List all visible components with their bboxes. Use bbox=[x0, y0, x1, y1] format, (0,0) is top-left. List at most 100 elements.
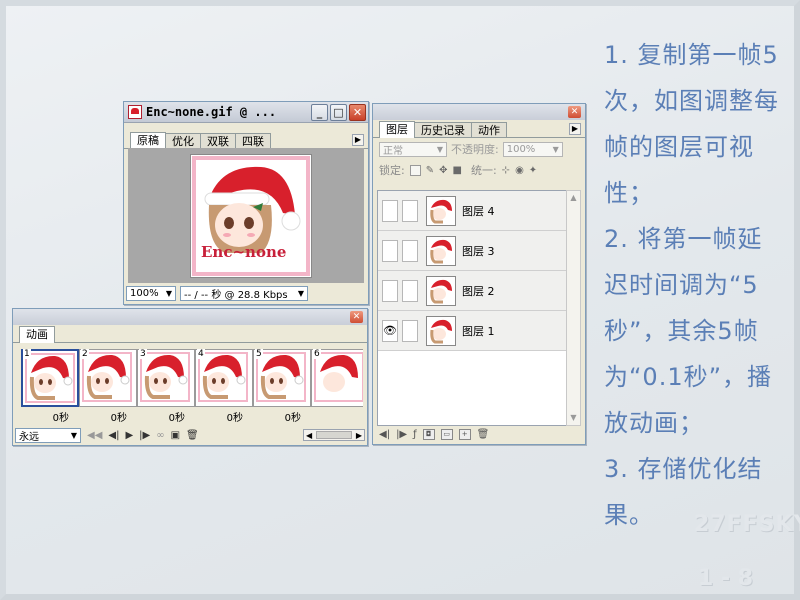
layer-row[interactable]: 👁 图层 1 bbox=[378, 311, 567, 351]
layer-thumbnail bbox=[426, 275, 456, 306]
blend-mode-value: 正常 bbox=[383, 145, 403, 157]
tab-actions[interactable]: 动作 bbox=[471, 122, 507, 137]
link-toggle[interactable] bbox=[402, 279, 418, 302]
play-icon[interactable]: ▶ bbox=[125, 430, 133, 441]
layer-row[interactable]: 图层 3 bbox=[378, 231, 567, 271]
unify-visibility-icon[interactable]: ◉ bbox=[515, 165, 524, 176]
image-view-tabs: 原稿 优化 双联 四联 ▶ bbox=[124, 131, 368, 149]
animation-frame[interactable]: 5 0秒 bbox=[253, 349, 311, 424]
image-status-bar: 100% ▼ -- / -- 秒 @ 28.8 Kbps ▼ bbox=[126, 284, 366, 302]
prev-frame-icon[interactable]: ◀| bbox=[108, 430, 119, 441]
prev-frame-icon[interactable]: ◀| bbox=[379, 429, 390, 440]
first-frame-icon[interactable]: ◀◀ bbox=[87, 430, 102, 441]
layers-scrollbar[interactable]: ▲ ▼ bbox=[566, 190, 581, 426]
link-toggle[interactable] bbox=[402, 239, 418, 262]
tab-layers[interactable]: 图层 bbox=[379, 121, 415, 138]
layer-name: 图层 1 bbox=[462, 324, 495, 338]
minimize-button[interactable]: _ bbox=[311, 103, 328, 121]
animation-frame[interactable]: 2 0秒 bbox=[79, 349, 137, 424]
visibility-toggle[interactable] bbox=[382, 239, 398, 262]
layer-name: 图层 3 bbox=[462, 244, 495, 258]
scroll-thumb[interactable] bbox=[316, 431, 352, 439]
trash-icon[interactable]: 🗑 bbox=[477, 429, 490, 440]
chevron-down-icon: ▼ bbox=[297, 288, 304, 298]
frame-number: 4 bbox=[197, 349, 205, 359]
layer-thumbnail bbox=[426, 315, 456, 346]
tab-menu-arrow-icon[interactable]: ▶ bbox=[352, 134, 364, 146]
blend-mode-select[interactable]: 正常 ▼ bbox=[379, 141, 447, 157]
frame-delay[interactable]: 0秒 bbox=[53, 409, 69, 424]
instruction-step-2: 2. 将第一帧延迟时间调为“5秒”，其余5帧为“0.1秒”，播放动画； bbox=[604, 225, 773, 437]
scroll-down-icon[interactable]: ▼ bbox=[567, 411, 580, 425]
trash-icon[interactable]: 🗑 bbox=[186, 430, 199, 441]
chevron-down-icon: ▼ bbox=[165, 288, 172, 298]
opacity-select[interactable]: 100% ▼ bbox=[502, 141, 563, 157]
chevron-down-icon: ▼ bbox=[70, 430, 77, 440]
loop-value: 永远 bbox=[19, 431, 39, 443]
frame-delay[interactable]: 0秒 bbox=[285, 409, 301, 424]
brush-icon[interactable]: ✎ bbox=[426, 165, 434, 176]
frame-number: 6 bbox=[313, 349, 321, 359]
visibility-toggle[interactable]: 👁 bbox=[382, 319, 398, 342]
image-window-titlebar[interactable]: Enc~none.gif @ ... _ □ ✕ bbox=[124, 102, 368, 123]
lock-icon[interactable]: ■ bbox=[453, 165, 462, 176]
animation-frame[interactable]: 3 0秒 bbox=[137, 349, 195, 424]
close-icon[interactable]: ✕ bbox=[568, 106, 581, 118]
close-button[interactable]: ✕ bbox=[349, 103, 366, 121]
maximize-button[interactable]: □ bbox=[330, 103, 347, 121]
blend-options-row: 正常 ▼ 不透明度: 100% ▼ bbox=[373, 138, 585, 160]
tab-2up[interactable]: 双联 bbox=[200, 133, 236, 148]
animation-frame[interactable]: 4 0秒 bbox=[195, 349, 253, 424]
scroll-right-icon[interactable]: ▶ bbox=[354, 431, 364, 440]
zoom-select[interactable]: 100% ▼ bbox=[126, 285, 176, 301]
frame-delay[interactable]: 0秒 bbox=[227, 409, 243, 424]
layer-row[interactable]: 图层 2 bbox=[378, 271, 567, 311]
close-icon[interactable]: ✕ bbox=[350, 311, 363, 323]
layers-palette-tabs: 图层 历史记录 动作 ▶ bbox=[373, 120, 585, 138]
visibility-toggle[interactable] bbox=[382, 279, 398, 302]
layers-palette-titlebar[interactable]: ✕ bbox=[373, 104, 585, 120]
animation-frame[interactable]: 1 0秒 bbox=[21, 349, 79, 424]
link-toggle[interactable] bbox=[402, 199, 418, 222]
tab-original[interactable]: 原稿 bbox=[130, 132, 166, 149]
next-frame-icon[interactable]: |▶ bbox=[139, 430, 150, 441]
palette-menu-arrow-icon[interactable]: ▶ bbox=[569, 123, 581, 135]
mask-icon[interactable]: ◘ bbox=[422, 428, 435, 440]
animation-tabs: 动画 bbox=[13, 325, 367, 343]
scroll-up-icon[interactable]: ▲ bbox=[567, 191, 580, 205]
visibility-toggle[interactable] bbox=[382, 199, 398, 222]
instructions: 1. 复制第一帧5次，如图调整每帧的图层可视性； 2. 将第一帧延迟时间调为“5… bbox=[604, 32, 784, 538]
next-frame-icon[interactable]: |▶ bbox=[396, 429, 407, 440]
loop-select[interactable]: 永远 ▼ bbox=[15, 427, 81, 443]
download-time-value: -- / -- 秒 @ 28.8 Kbps bbox=[184, 289, 288, 301]
move-icon[interactable]: ✥ bbox=[439, 165, 447, 176]
tween-icon[interactable]: ∞ bbox=[156, 430, 164, 441]
frames-scrollbar[interactable]: ◀ ▶ bbox=[303, 429, 365, 441]
download-time-select[interactable]: -- / -- 秒 @ 28.8 Kbps ▼ bbox=[180, 285, 308, 301]
image-caption: Enc~none bbox=[201, 243, 287, 261]
animation-palette-titlebar[interactable]: ✕ bbox=[13, 309, 367, 325]
unify-style-icon[interactable]: ✦ bbox=[529, 165, 537, 176]
frame-delay[interactable]: 0秒 bbox=[169, 409, 185, 424]
duplicate-frame-icon[interactable]: ▣ bbox=[171, 430, 180, 441]
watermark: 27FFSKY bbox=[694, 512, 800, 537]
new-set-icon[interactable]: ▭ bbox=[440, 428, 453, 440]
animation-frame[interactable]: 6 bbox=[311, 349, 363, 423]
scroll-left-icon[interactable]: ◀ bbox=[304, 431, 314, 440]
tab-animation[interactable]: 动画 bbox=[19, 326, 55, 343]
tab-history[interactable]: 历史记录 bbox=[414, 122, 472, 137]
opacity-value: 100% bbox=[506, 143, 536, 155]
new-layer-icon[interactable]: + bbox=[458, 428, 471, 440]
tab-optimized[interactable]: 优化 bbox=[165, 133, 201, 148]
frame-number: 5 bbox=[255, 349, 263, 359]
layer-style-icon[interactable]: ƒ bbox=[413, 429, 417, 440]
opacity-label: 不透明度: bbox=[451, 143, 499, 156]
unify-position-icon[interactable]: ⊹ bbox=[502, 165, 510, 176]
link-toggle[interactable] bbox=[402, 319, 418, 342]
layer-thumbnail bbox=[426, 235, 456, 266]
layer-name: 图层 2 bbox=[462, 284, 495, 298]
frame-delay[interactable]: 0秒 bbox=[111, 409, 127, 424]
tab-4up[interactable]: 四联 bbox=[235, 133, 271, 148]
layer-row[interactable]: 图层 4 bbox=[378, 191, 567, 231]
lock-transparency-checkbox[interactable] bbox=[409, 164, 421, 176]
